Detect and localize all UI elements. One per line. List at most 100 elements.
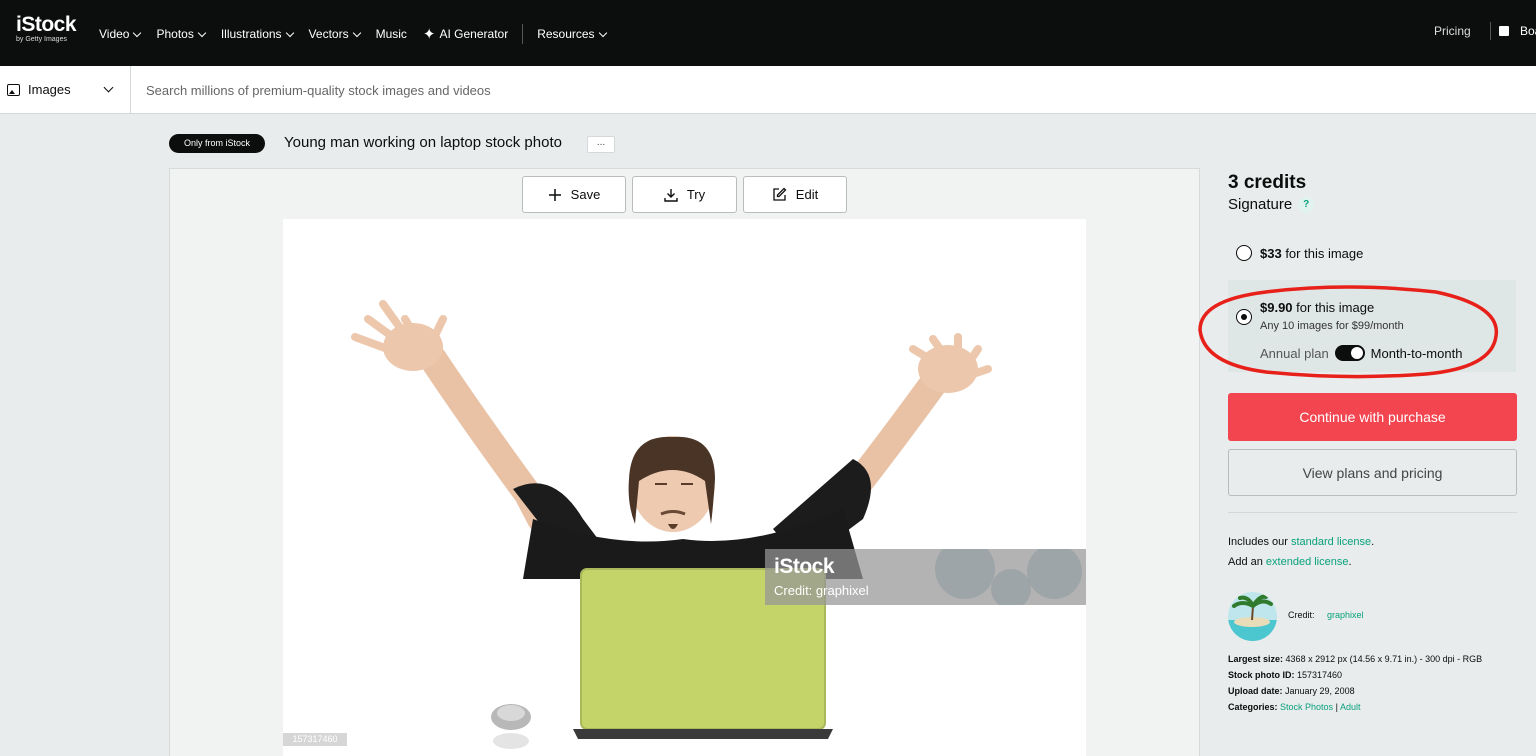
annual-plan-label: Annual plan (1260, 345, 1329, 361)
continue-purchase-button[interactable]: Continue with purchase (1228, 393, 1517, 441)
search-input[interactable] (146, 77, 1046, 103)
license-text: . (1348, 556, 1352, 568)
nav-item-label: Vectors (308, 27, 349, 41)
extended-license-line: Add an extended license. (1228, 556, 1352, 568)
photo-illustration (351, 300, 992, 749)
upload-date-row: Upload date: January 29, 2008 (1228, 686, 1355, 696)
photo-id-overlay: 157317460 (283, 733, 347, 746)
meta-value: January 29, 2008 (1285, 686, 1355, 696)
credits-amount: 3 credits (1228, 172, 1307, 193)
meta-label: Largest size: (1228, 654, 1284, 664)
istock-logo[interactable]: iStock by Getty Images (16, 13, 77, 43)
nav-item-label: Photos (156, 27, 194, 41)
nav-pricing-link[interactable]: Pricing (1434, 24, 1471, 38)
boards-icon (1499, 26, 1509, 36)
monthly-plan-label: Month-to-month (1370, 345, 1463, 361)
license-text: Includes our (1228, 536, 1291, 548)
radio-button-selected[interactable] (1236, 309, 1252, 325)
watermark-credit: Credit: graphixel (774, 583, 869, 598)
chevron-down-icon (598, 28, 607, 37)
price-amount: $33 (1260, 245, 1282, 261)
largest-size-row: Largest size: 4368 x 2912 px (14.56 x 9.… (1228, 654, 1482, 664)
boards-label: Boa (1520, 24, 1536, 38)
license-text: . (1371, 536, 1375, 548)
credit-label: Credit: (1288, 610, 1315, 620)
nav-item-music[interactable]: Music (376, 27, 407, 41)
chevron-down-icon (133, 28, 142, 37)
meta-label: Categories: (1228, 702, 1278, 712)
collection-tier: Signature ? (1228, 196, 1315, 213)
price-amount: $9.90 (1260, 300, 1293, 315)
nav-menu: Video Photos Illustrations Vectors Music… (99, 24, 622, 44)
chevron-down-icon (285, 28, 294, 37)
meta-label: Upload date: (1228, 686, 1283, 696)
try-label: Try (686, 187, 706, 202)
meta-value: 4368 x 2912 px (14.56 x 9.71 in.) - 300 … (1285, 654, 1483, 664)
edit-button[interactable]: Edit (743, 176, 847, 213)
nav-item-label: Illustrations (220, 27, 282, 41)
chevron-down-icon (197, 28, 207, 37)
price-option-subscription[interactable]: $9.90 for this image Any 10 images for $… (1228, 280, 1516, 372)
nav-divider (522, 24, 524, 44)
nav-item-label: Video (99, 27, 130, 41)
contributor-link[interactable]: graphixel (1327, 610, 1364, 620)
media-type-label: Images (28, 82, 71, 97)
tier-label: Signature (1228, 196, 1293, 213)
categories-row: Categories: Stock Photos | Adult (1228, 702, 1360, 712)
photo-id-row: Stock photo ID: 157317460 (1228, 670, 1342, 680)
edit-label: Edit (795, 187, 819, 202)
price-suffix: for this image (1292, 300, 1375, 315)
download-icon (664, 188, 678, 202)
price-option-label: $9.90 for this image (1260, 300, 1374, 315)
plan-toggle-row: Annual plan Month-to-month (1260, 345, 1462, 361)
nav-item-illustrations[interactable]: Illustrations (220, 27, 294, 41)
watermark-logo: iStock (774, 555, 835, 578)
page-title: Young man working on laptop stock photo (284, 134, 562, 151)
category-link-stock-photos[interactable]: Stock Photos (1280, 702, 1333, 712)
plan-toggle[interactable] (1334, 345, 1365, 361)
edit-icon (772, 187, 787, 202)
try-button[interactable]: Try (632, 176, 737, 213)
nav-item-label: Resources (537, 27, 595, 41)
category-link-adult[interactable]: Adult (1340, 702, 1361, 712)
nav-item-photos[interactable]: Photos (156, 27, 207, 41)
view-plans-button[interactable]: View plans and pricing (1228, 449, 1517, 496)
nav-item-resources[interactable]: Resources (537, 27, 607, 41)
media-type-select[interactable]: Images (0, 66, 131, 113)
image-icon (7, 83, 20, 96)
price-option-label: $33 for this image (1260, 246, 1363, 261)
standard-license-line: Includes our standard license. (1228, 536, 1374, 548)
nav-divider (1490, 22, 1491, 40)
chevron-down-icon (103, 82, 114, 93)
nav-item-label: AI Generator (439, 27, 509, 41)
watermark-decoration (1027, 549, 1082, 599)
chevron-down-icon (352, 28, 361, 37)
more-options-button[interactable]: ... (587, 136, 615, 153)
radio-button[interactable] (1236, 245, 1252, 261)
watermark-overlay: iStock Credit: graphixel (765, 549, 1086, 605)
logo-tagline: by Getty Images (16, 36, 67, 43)
stock-photo[interactable]: iStock Credit: graphixel 157317460 (283, 219, 1086, 756)
nav-item-vectors[interactable]: Vectors (308, 27, 361, 41)
logo-wordmark: iStock (16, 13, 77, 36)
subscription-description: Any 10 images for $99/month (1260, 320, 1404, 332)
divider (1228, 512, 1517, 513)
meta-value: 157317460 (1297, 670, 1343, 680)
help-icon[interactable]: ? (1298, 196, 1315, 213)
category-separator: | (1335, 702, 1338, 712)
plus-icon (548, 188, 562, 202)
license-text: Add an (1228, 556, 1266, 568)
standard-license-link[interactable]: standard license (1291, 536, 1371, 548)
nav-item-ai-generator[interactable]: ✦ AI Generator (423, 25, 508, 43)
watermark-decoration (935, 549, 995, 599)
meta-label: Stock photo ID: (1228, 670, 1295, 680)
price-option-single[interactable]: $33 for this image (1228, 230, 1516, 276)
nav-item-video[interactable]: Video (99, 27, 142, 41)
contributor-avatar[interactable] (1228, 592, 1277, 641)
avatar-image (1228, 592, 1277, 641)
save-button[interactable]: Save (522, 176, 626, 213)
nav-boards-link[interactable]: Boa (1490, 22, 1536, 40)
price-suffix: for this image (1281, 245, 1364, 261)
extended-license-link[interactable]: extended license (1266, 556, 1349, 568)
search-bar: Images (0, 66, 1536, 114)
